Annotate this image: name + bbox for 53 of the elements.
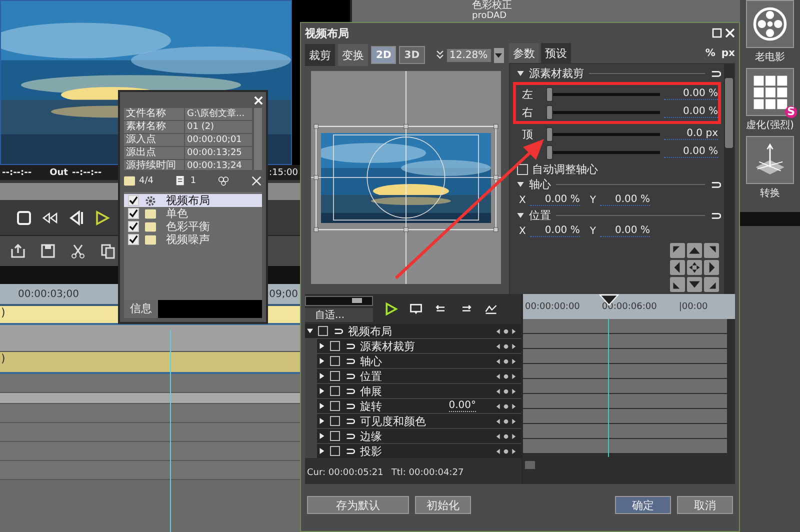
axis-label: X xyxy=(519,194,526,206)
end-timecode: :15:00 xyxy=(269,168,298,178)
out-timecode: --:--:-- xyxy=(72,168,102,178)
window-title: 视频布局 xyxy=(305,26,350,40)
ruler-label: :09;00 xyxy=(266,288,298,300)
property-name: 源出点 xyxy=(124,147,184,159)
out-label: Out xyxy=(50,168,68,178)
slider-label: 顶 xyxy=(522,126,534,142)
property-name: 源入点 xyxy=(124,134,184,146)
property-name: 素材名称 xyxy=(124,121,184,133)
effect-label: 虚化(强烈) xyxy=(746,118,794,132)
filter-name: 视频布局 xyxy=(166,193,210,208)
track-label: 投影 xyxy=(360,444,383,458)
property-value: G:\原创文章... xyxy=(185,108,252,120)
ruler-label: |00:00 xyxy=(678,302,708,312)
track-label: 位置 xyxy=(360,368,383,384)
clip-label: ) xyxy=(1,352,6,365)
slider-label: 右 xyxy=(522,104,534,120)
axis-label: X xyxy=(519,226,526,236)
total-time: Ttl: 00:00:04:27 xyxy=(391,468,464,478)
property-value: 00:00:13;24 xyxy=(185,160,252,170)
ruler-label: 00:00:03;00 xyxy=(18,288,80,300)
filter-count: 4/4 xyxy=(139,176,154,186)
axis-label: Y xyxy=(590,194,596,206)
track-label: 视频布局 xyxy=(348,324,393,338)
badge: S xyxy=(785,106,797,118)
effect-label: 老电影 xyxy=(755,50,785,64)
filter-name: 视频噪声 xyxy=(166,232,210,247)
effect-label: 转换 xyxy=(760,187,780,200)
clip-label: ) xyxy=(1,306,6,319)
property-value: 01 (2) xyxy=(185,121,252,133)
filter-name: 色彩平衡 xyxy=(166,219,210,234)
track-label: 可见度和颜色 xyxy=(360,414,427,428)
marker-count: 1 xyxy=(190,176,196,186)
property-value: 00:00:13;25 xyxy=(185,147,252,159)
checkbox-label: 自动调整轴心 xyxy=(532,162,598,176)
track-label: 轴心 xyxy=(360,354,383,368)
track-label: 伸展 xyxy=(360,384,383,398)
property-name: 源持续时间 xyxy=(124,160,184,170)
current-time: Cur: 00:00:05:21 xyxy=(307,468,384,478)
track-label: 边缘 xyxy=(360,428,383,444)
slider-label: 左 xyxy=(522,86,534,102)
section-title: 源素材裁剪 xyxy=(529,66,584,81)
section-title: 位置 xyxy=(529,208,551,223)
in-timecode: --:--:-- xyxy=(2,168,32,178)
ruler-label: 00:00:00:00 xyxy=(525,302,580,312)
track-label: 旋转 xyxy=(360,398,383,414)
filter-name: 单色 xyxy=(166,206,188,221)
ruler-label: 00:00:06:00 xyxy=(602,302,657,312)
section-title: 轴心 xyxy=(529,177,551,192)
track-label: 源素材裁剪 xyxy=(360,338,416,354)
property-value: 00:00:00;01 xyxy=(185,134,252,146)
axis-label: Y xyxy=(590,226,596,236)
